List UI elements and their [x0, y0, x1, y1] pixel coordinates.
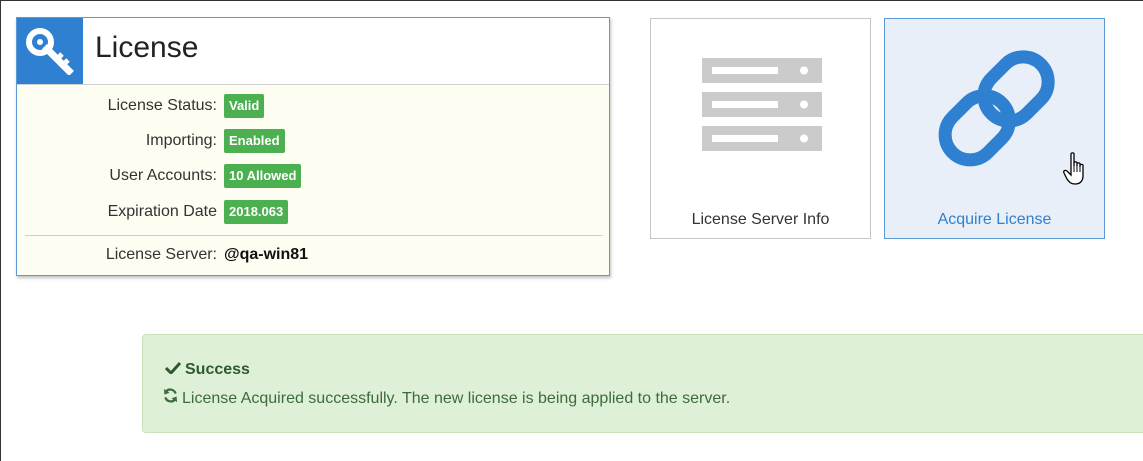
license-panel: License License Status: Valid Importing:…: [16, 17, 610, 276]
success-alert: Success License Acquired successfully. T…: [142, 334, 1143, 433]
refresh-icon: [163, 388, 178, 408]
license-server-info-label: License Server Info: [691, 211, 830, 228]
license-status-label: License Status:: [107, 97, 217, 114]
user-accounts-badge: 10 Allowed: [224, 164, 302, 188]
license-server-info-tile[interactable]: License Server Info: [650, 18, 871, 239]
user-accounts-row: User Accounts: 10 Allowed: [17, 164, 609, 190]
importing-row: Importing: Enabled: [17, 129, 609, 155]
divider: [25, 235, 603, 236]
license-panel-header: License: [17, 18, 609, 85]
license-status-row: License Status: Valid: [17, 94, 609, 120]
server-icon: [702, 58, 822, 151]
key-icon: [17, 18, 83, 84]
expiration-date-badge: 2018.063: [224, 200, 289, 224]
acquire-license-tile[interactable]: Acquire License: [884, 18, 1105, 239]
expiration-date-label: Expiration Date: [107, 203, 217, 220]
license-title: License: [95, 31, 199, 64]
user-accounts-label: User Accounts:: [109, 167, 217, 184]
acquire-license-label: Acquire License: [937, 211, 1052, 228]
license-server-row: License Server: @qa-win81: [17, 243, 609, 269]
importing-badge: Enabled: [224, 129, 285, 153]
alert-message-row: License Acquired successfully. The new l…: [163, 388, 730, 408]
alert-title-row: Success: [164, 361, 250, 379]
expiration-date-row: Expiration Date 2018.063: [17, 200, 609, 226]
importing-label: Importing:: [145, 132, 217, 149]
license-server-value: @qa-win81: [224, 246, 309, 263]
chain-link-icon: [938, 50, 1055, 167]
alert-message: License Acquired successfully. The new l…: [182, 390, 731, 407]
license-server-label: License Server:: [105, 246, 217, 263]
license-status-badge: Valid: [224, 94, 265, 118]
checkmark-icon: [164, 361, 182, 379]
alert-title: Success: [185, 361, 250, 378]
hand-cursor-icon: [1063, 152, 1084, 185]
